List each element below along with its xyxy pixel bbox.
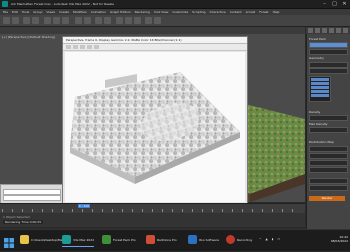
- taskbar-item-3dsmax[interactable]: 3ds Max 2022: [62, 233, 95, 247]
- angle-snap-icon[interactable]: [84, 17, 91, 24]
- list-item[interactable]: [311, 78, 329, 81]
- app-logo-icon: [2, 1, 8, 7]
- distribution-field-2[interactable]: [309, 153, 348, 159]
- density-label: Density: [309, 110, 321, 114]
- rotate-icon[interactable]: [53, 17, 60, 24]
- align-icon[interactable]: [104, 17, 111, 24]
- taskbar-item-explorer[interactable]: C:\Users\Desktop\Max: [20, 233, 64, 246]
- list-item[interactable]: [311, 82, 329, 85]
- record-icon: [226, 235, 235, 244]
- undo-icon[interactable]: [3, 17, 10, 24]
- windows-start-icon[interactable]: [4, 233, 14, 248]
- print-icon[interactable]: [87, 45, 92, 49]
- save-image-icon[interactable]: [66, 45, 71, 49]
- rendered-forest-image: [65, 52, 245, 202]
- utilities-tab-icon[interactable]: [343, 28, 348, 33]
- chevron-up-icon[interactable]: ^: [259, 237, 262, 241]
- maximize-icon[interactable]: □: [331, 1, 338, 7]
- list-item[interactable]: [311, 94, 329, 97]
- viewport-label[interactable]: [+] [Perspective] [Default Shading]: [2, 35, 55, 39]
- motion-tab-icon[interactable]: [329, 28, 334, 33]
- window-controls: – □ ✕: [321, 1, 348, 7]
- ribbon: Modeling Freeform Selection Object Paint…: [0, 27, 305, 43]
- close-icon[interactable]: ✕: [341, 1, 348, 7]
- taskbar-item-itoo[interactable]: Itoo Software: [188, 233, 219, 246]
- list-item[interactable]: [311, 86, 329, 89]
- move-icon[interactable]: [44, 17, 51, 24]
- command-panel-tabs: [306, 27, 350, 34]
- redo-icon[interactable]: [12, 17, 19, 24]
- modifier-list-dropdown[interactable]: [309, 49, 348, 55]
- battery-icon[interactable]: ▭: [277, 237, 280, 241]
- system-tray: ^ ▲ ◖ ▭: [259, 237, 280, 241]
- distribution-field-3[interactable]: [309, 160, 348, 166]
- taskbar-item-forestpack[interactable]: Forest Pack Pro: [102, 233, 136, 246]
- max-density-field[interactable]: [309, 127, 348, 133]
- minimize-icon[interactable]: –: [321, 1, 328, 7]
- max-density-label: Max Density: [309, 122, 328, 126]
- dialog-field-2[interactable]: [3, 195, 61, 201]
- selection-status: 1 Object Selected: [3, 215, 30, 219]
- distribution-field-6[interactable]: [309, 185, 348, 191]
- forestpack-icon: [102, 235, 111, 244]
- render-window-title: Perspective, frame 0, Display Gamma: 2.2…: [66, 38, 182, 42]
- display-tab-icon[interactable]: [336, 28, 341, 33]
- geometry-list[interactable]: [309, 76, 331, 102]
- scale-icon[interactable]: [62, 17, 69, 24]
- volume-icon[interactable]: ◖: [272, 237, 274, 241]
- clock-date: 08/03/2022: [330, 239, 348, 243]
- render-icon[interactable]: [134, 17, 141, 24]
- geometry-field-2[interactable]: [309, 68, 348, 74]
- itoo-icon: [188, 235, 197, 244]
- link-icon[interactable]: [23, 17, 30, 24]
- taskbar-item-recording[interactable]: Recording: [226, 233, 252, 246]
- clone-window-icon[interactable]: [80, 45, 85, 49]
- network-icon[interactable]: ▲: [266, 237, 268, 241]
- create-tab-icon[interactable]: [308, 28, 313, 33]
- distribution-field-4[interactable]: [309, 167, 348, 173]
- select-icon[interactable]: [32, 17, 39, 24]
- object-name-label: Forest Pack: [309, 37, 327, 41]
- window-title: Ark Manhattan Forest.max - Autodesk 3ds …: [11, 2, 115, 6]
- railclone-icon: [146, 235, 155, 244]
- mirror-icon[interactable]: [95, 17, 102, 24]
- scene-explorer-icon[interactable]: [154, 17, 161, 24]
- clear-icon[interactable]: [94, 45, 99, 49]
- taskbar-item-railclone[interactable]: RailClone Pro: [146, 233, 177, 246]
- status-bar: [0, 213, 305, 227]
- object-name-field[interactable]: [309, 42, 348, 48]
- snap-icon[interactable]: [75, 17, 82, 24]
- geometry-section-label: Geometry: [309, 56, 324, 60]
- time-slider[interactable]: 0 / 100: [78, 204, 90, 208]
- distribution-map-label: Distribution Map: [309, 140, 334, 144]
- distribution-field-5[interactable]: [309, 178, 348, 184]
- timeline-ticks: [2, 209, 302, 212]
- copy-image-icon[interactable]: [73, 45, 78, 49]
- list-item[interactable]: [311, 90, 329, 93]
- modify-tab-icon[interactable]: [315, 28, 320, 33]
- render-setup-icon[interactable]: [125, 17, 132, 24]
- distribution-map-field[interactable]: [309, 146, 348, 152]
- layer-icon[interactable]: [145, 17, 152, 24]
- render-canvas[interactable]: [65, 52, 245, 202]
- density-field[interactable]: [309, 115, 348, 121]
- taskbar-clock[interactable]: 10:42 08/03/2022: [328, 235, 348, 243]
- render-status: Rendering Time 0:00:05: [3, 220, 44, 224]
- hierarchy-tab-icon[interactable]: [322, 28, 327, 33]
- material-editor-icon[interactable]: [116, 17, 123, 24]
- rendered-frame-window: Perspective, frame 0, Display Gamma: 2.2…: [62, 36, 248, 206]
- 3dsmax-icon: [62, 235, 71, 244]
- render-window-toolbar: [63, 44, 247, 51]
- render-button[interactable]: Render: [309, 196, 345, 201]
- folder-icon: [20, 235, 29, 244]
